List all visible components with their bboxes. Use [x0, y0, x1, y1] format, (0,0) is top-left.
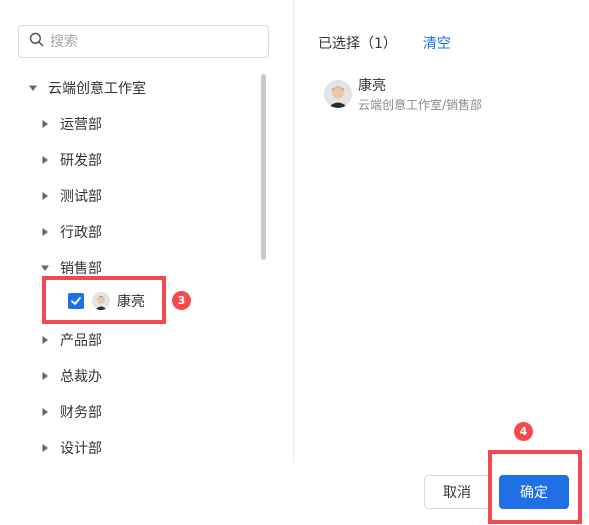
tree-node-label: 财务部	[60, 405, 102, 421]
caret-right-icon[interactable]	[38, 333, 52, 347]
annotation-badge-step4: 4	[514, 422, 533, 441]
search-input[interactable]	[50, 27, 250, 56]
caret-down-icon[interactable]	[26, 81, 40, 95]
search-box[interactable]	[18, 25, 269, 58]
tree-node-dept[interactable]: 产品部	[38, 322, 102, 358]
caret-down-icon[interactable]	[38, 261, 52, 275]
tree-node-label: 销售部	[60, 261, 102, 277]
org-tree-panel: 云端创意工作室 运营部 研发部 测试部 行政部 销售部 产品部 总	[0, 0, 293, 462]
tree-node-label: 产品部	[60, 333, 102, 349]
tree-node-dept[interactable]: 设计部	[38, 430, 102, 466]
tree-node-label: 云端创意工作室	[48, 81, 146, 97]
annotation-highlight-step3	[42, 276, 166, 324]
tree-node-label: 行政部	[60, 225, 102, 241]
selected-list-item: 康亮 云端创意工作室/销售部	[324, 77, 482, 113]
tree-node-dept[interactable]: 行政部	[38, 214, 102, 250]
clear-button[interactable]: 清空	[423, 33, 451, 53]
tree-node-label: 总裁办	[60, 369, 102, 385]
tree-node-label: 运营部	[60, 117, 102, 133]
cancel-button[interactable]: 取消	[424, 475, 490, 509]
annotation-highlight-step4	[488, 450, 582, 524]
tree-node-root[interactable]: 云端创意工作室	[26, 70, 146, 106]
tree-node-label: 研发部	[60, 153, 102, 169]
avatar	[324, 80, 352, 108]
caret-right-icon[interactable]	[38, 117, 52, 131]
tree-scrollbar[interactable]	[261, 74, 266, 260]
caret-right-icon[interactable]	[38, 405, 52, 419]
tree-node-dept[interactable]: 财务部	[38, 394, 102, 430]
panel-divider	[293, 0, 294, 462]
caret-right-icon[interactable]	[38, 441, 52, 455]
annotation-badge-step3: 3	[172, 291, 191, 310]
tree-node-label: 测试部	[60, 189, 102, 205]
selected-member-name: 康亮	[358, 78, 386, 94]
caret-right-icon[interactable]	[38, 225, 52, 239]
search-icon	[29, 32, 44, 51]
tree-node-dept[interactable]: 运营部	[38, 106, 102, 142]
tree-node-dept[interactable]: 总裁办	[38, 358, 102, 394]
tree-node-label: 设计部	[60, 441, 102, 457]
caret-right-icon[interactable]	[38, 189, 52, 203]
selected-member-path: 云端创意工作室/销售部	[358, 98, 483, 112]
tree-node-dept[interactable]: 测试部	[38, 178, 102, 214]
selected-header: 已选择（1） 清空	[318, 33, 451, 53]
selected-item-text: 康亮 云端创意工作室/销售部	[358, 77, 482, 113]
caret-right-icon[interactable]	[38, 369, 52, 383]
caret-right-icon[interactable]	[38, 153, 52, 167]
tree-node-dept[interactable]: 研发部	[38, 142, 102, 178]
selected-count-label: 已选择（1）	[318, 36, 397, 52]
